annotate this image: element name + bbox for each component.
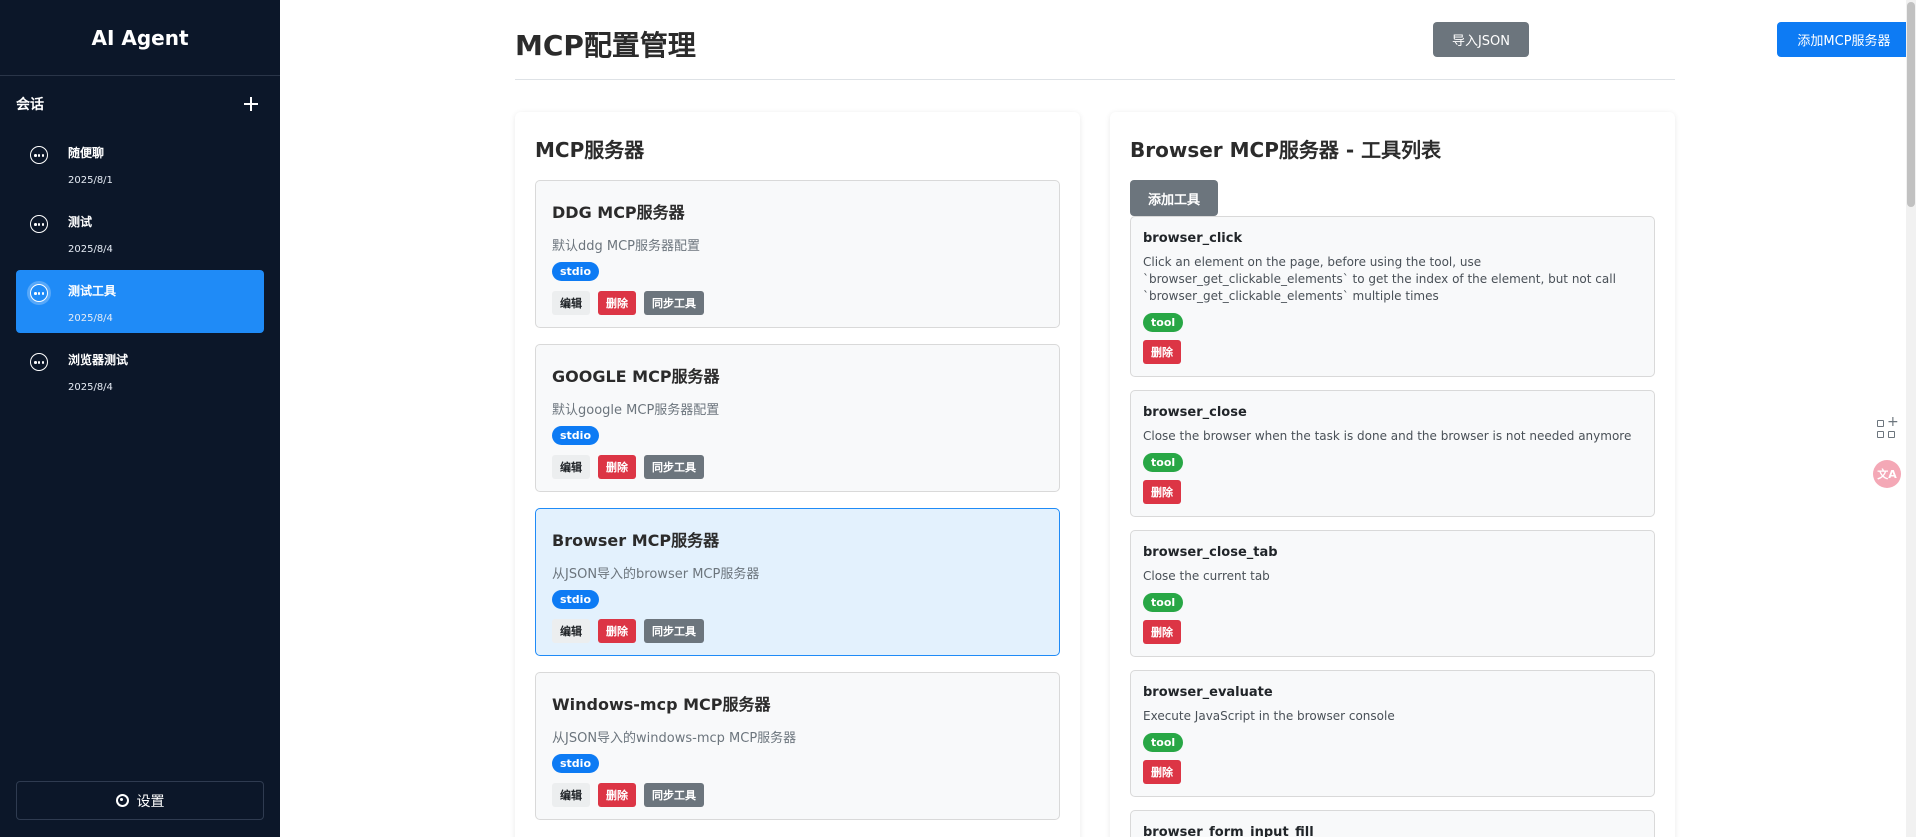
server-card[interactable]: DDG MCP服务器 默认ddg MCP服务器配置 stdio 编辑 删除 同步… [535,180,1060,328]
server-description: 从JSON导入的windows-mcp MCP服务器 [552,731,797,746]
server-type-badge: stdio [552,754,600,773]
tool-badge: tool [1143,453,1184,472]
add-tool-button[interactable]: 添加工具 [1130,180,1218,216]
edit-server-button[interactable]: 编辑 [552,619,590,643]
session-title: 随便聊 [68,146,105,160]
sync-tools-button[interactable]: 同步工具 [644,455,704,479]
delete-tool-button[interactable]: 删除 [1143,620,1181,644]
tool-name: browser_close_tab [1143,545,1278,560]
session-date: 2025/8/1 [68,175,113,186]
server-actions: 编辑 删除 同步工具 [552,619,1043,643]
server-card[interactable]: GOOGLE MCP服务器 默认google MCP服务器配置 stdio 编辑… [535,344,1060,492]
server-type-badge: stdio [552,262,600,281]
server-description: 从JSON导入的browser MCP服务器 [552,567,760,582]
delete-tool-button[interactable]: 删除 [1143,480,1181,504]
delete-server-button[interactable]: 删除 [598,783,636,807]
server-card[interactable]: Windows-mcp MCP服务器 从JSON导入的windows-mcp M… [535,672,1060,820]
session-title: 浏览器测试 [68,353,129,367]
delete-tool-button[interactable]: 删除 [1143,760,1181,784]
server-description: 默认google MCP服务器配置 [552,403,720,418]
sidebar: AI Agent 会话 随便聊 2025/8/1 测试 2025/8/4 测试工… [0,0,280,837]
chat-bubble-icon [30,353,48,371]
tool-badge: tool [1143,313,1184,332]
edit-server-button[interactable]: 编辑 [552,291,590,315]
scrollbar-thumb[interactable] [1907,2,1915,207]
session-item[interactable]: 浏览器测试 2025/8/4 [16,339,264,402]
server-actions: 编辑 删除 同步工具 [552,455,1043,479]
tools-panel-title: Browser MCP服务器 - 工具列表 [1130,138,1442,162]
tool-card: browser_form_input_fill [1130,810,1655,837]
delete-tool-button[interactable]: 删除 [1143,340,1181,364]
server-list: DDG MCP服务器 默认ddg MCP服务器配置 stdio 编辑 删除 同步… [535,180,1060,836]
page-header: MCP配置管理 导入JSON 添加MCP服务器 [515,0,1911,80]
tool-list: browser_click Click an element on the pa… [1130,216,1655,837]
sync-tools-button[interactable]: 同步工具 [644,619,704,643]
new-session-plus-icon[interactable] [242,95,260,113]
gear-icon [115,794,129,807]
tool-name: browser_evaluate [1143,685,1273,700]
tool-description: Close the current tab [1143,569,1270,583]
server-type-badge: stdio [552,590,600,609]
server-actions: 编辑 删除 同步工具 [552,291,1043,315]
chat-bubble-icon [30,284,48,302]
tool-name: browser_form_input_fill [1143,825,1314,837]
tool-card: browser_click Click an element on the pa… [1130,216,1655,377]
tools-panel: Browser MCP服务器 - 工具列表 添加工具 browser_click… [1110,112,1675,837]
tool-name: browser_close [1143,405,1247,420]
session-date: 2025/8/4 [68,382,113,393]
tool-badge: tool [1143,733,1184,752]
session-title: 测试 [68,215,93,229]
session-list: 随便聊 2025/8/1 测试 2025/8/4 测试工具 2025/8/4 浏… [0,132,280,402]
server-name: Windows-mcp MCP服务器 [552,695,771,714]
session-date: 2025/8/4 [68,244,113,255]
add-mcp-server-button[interactable]: 添加MCP服务器 [1777,22,1911,57]
session-title: 测试工具 [68,284,117,298]
settings-button[interactable]: 设置 [16,781,264,820]
translate-icon[interactable]: 文A [1873,460,1901,488]
chat-bubble-icon [30,146,48,164]
edit-server-button[interactable]: 编辑 [552,455,590,479]
tool-description: Execute JavaScript in the browser consol… [1143,709,1395,723]
server-description: 默认ddg MCP服务器配置 [552,239,701,254]
settings-label: 设置 [136,793,165,810]
delete-server-button[interactable]: 删除 [598,455,636,479]
servers-panel: MCP服务器 DDG MCP服务器 默认ddg MCP服务器配置 stdio 编… [515,112,1080,837]
page-scrollbar[interactable] [1906,0,1916,837]
tool-description: Close the browser when the task is done … [1143,429,1632,443]
edit-server-button[interactable]: 编辑 [552,783,590,807]
session-item[interactable]: 测试 2025/8/4 [16,201,264,264]
tool-description: Click an element on the page, before usi… [1143,255,1616,303]
servers-panel-title: MCP服务器 [535,138,645,162]
main-content: MCP配置管理 导入JSON 添加MCP服务器 MCP服务器 DDG MCP服务… [280,0,1916,837]
apps-add-icon[interactable] [1875,414,1899,442]
tool-card: browser_close_tab Close the current tab … [1130,530,1655,657]
server-type-badge: stdio [552,426,600,445]
delete-server-button[interactable]: 删除 [598,291,636,315]
tool-card: browser_close Close the browser when the… [1130,390,1655,517]
session-date: 2025/8/4 [68,313,113,324]
session-item-active[interactable]: 测试工具 2025/8/4 [16,270,264,333]
chat-bubble-icon [30,215,48,233]
import-json-button[interactable]: 导入JSON [1433,22,1529,57]
page-title: MCP配置管理 [515,29,696,62]
server-name: Browser MCP服务器 [552,531,720,550]
tool-name: browser_click [1143,231,1243,246]
delete-server-button[interactable]: 删除 [598,619,636,643]
sessions-header: 会话 [0,76,280,132]
sync-tools-button[interactable]: 同步工具 [644,783,704,807]
sync-tools-button[interactable]: 同步工具 [644,291,704,315]
server-actions: 编辑 删除 同步工具 [552,783,1043,807]
tool-card: browser_evaluate Execute JavaScript in t… [1130,670,1655,797]
sessions-label: 会话 [16,97,44,113]
app-title: AI Agent [0,0,280,76]
tool-badge: tool [1143,593,1184,612]
server-name: DDG MCP服务器 [552,203,685,222]
server-name: GOOGLE MCP服务器 [552,367,720,386]
server-card-selected[interactable]: Browser MCP服务器 从JSON导入的browser MCP服务器 st… [535,508,1060,656]
session-item[interactable]: 随便聊 2025/8/1 [16,132,264,195]
